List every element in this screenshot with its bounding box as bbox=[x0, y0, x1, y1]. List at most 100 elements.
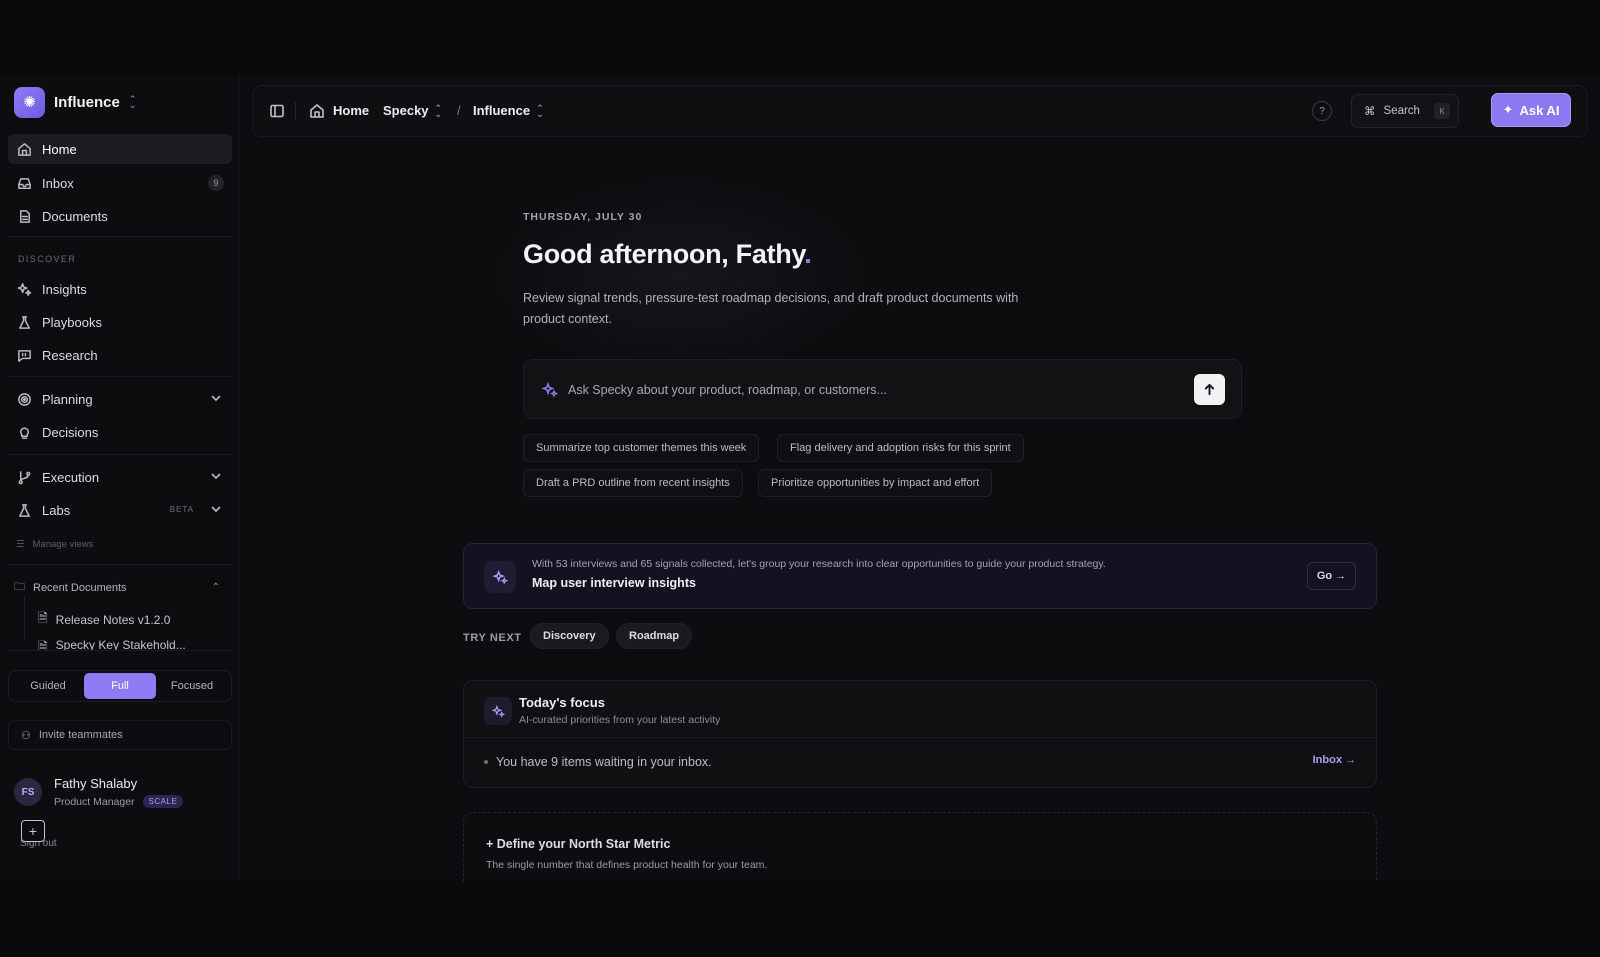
sidebar-toggle-icon[interactable] bbox=[269, 103, 285, 119]
recent-document-label: Specky Key Stakehold... bbox=[55, 638, 186, 650]
user-profile[interactable]: FS Fathy Shalaby Product Manager SCALE bbox=[14, 776, 184, 808]
lightbulb-icon bbox=[16, 424, 32, 440]
search-button[interactable]: ⌘ Search K bbox=[1351, 94, 1459, 128]
chevron-up-icon: ⌃ bbox=[211, 582, 220, 593]
recent-documents-title: Recent Documents bbox=[33, 581, 127, 594]
inbox-count-badge: 9 bbox=[208, 175, 224, 191]
document-icon bbox=[16, 208, 32, 224]
focus-item: You have 9 items waiting in your inbox. bbox=[484, 755, 712, 769]
sliders-icon: ☰ bbox=[16, 539, 25, 550]
manage-views-label: Manage views bbox=[32, 539, 94, 550]
current-date: THURSDAY, JULY 30 bbox=[523, 211, 643, 223]
sidebar: ✺ Influence ⌃ ⌄ Home Inbox 9 Documents DI… bbox=[0, 76, 240, 880]
target-icon bbox=[16, 391, 32, 407]
insight-banner: With 53 interviews and 65 signals collec… bbox=[463, 543, 1377, 609]
topbar-divider bbox=[295, 102, 296, 120]
chevron-up-down-icon: ⌃ ⌄ bbox=[128, 94, 137, 110]
file-icon: 🗎 bbox=[38, 611, 48, 625]
flask-icon bbox=[16, 314, 32, 330]
sidebar-item-decisions[interactable]: Decisions bbox=[8, 417, 232, 447]
chevron-up-down-icon: ⌃ ⌄ bbox=[536, 102, 544, 119]
beta-badge: BETA bbox=[169, 505, 194, 514]
file-icon: 🗎 bbox=[38, 640, 48, 650]
focus-title: Today's focus bbox=[519, 695, 605, 710]
sidebar-divider bbox=[8, 454, 232, 455]
invite-teammates-button[interactable]: ⚇ Invite teammates bbox=[8, 720, 232, 750]
user-name: Fathy Shalaby bbox=[54, 776, 138, 791]
sidebar-item-inbox[interactable]: Inbox 9 bbox=[8, 168, 232, 198]
mode-focused-button[interactable]: Focused bbox=[156, 673, 228, 699]
sidebar-item-execution[interactable]: Execution bbox=[8, 462, 232, 492]
view-mode-toggle: Guided Full Focused bbox=[8, 670, 232, 702]
sidebar-item-documents[interactable]: Documents bbox=[8, 201, 232, 231]
recent-document-item[interactable]: 🗎 Specky Key Stakehold... bbox=[38, 638, 186, 650]
north-star-subtitle: The single number that defines product h… bbox=[486, 859, 768, 871]
git-branch-icon bbox=[16, 469, 32, 485]
ask-ai-button[interactable]: ✦ Ask AI bbox=[1491, 93, 1571, 127]
plan-badge: SCALE bbox=[142, 795, 184, 808]
focus-divider bbox=[464, 737, 1376, 738]
workspace-name: Influence bbox=[54, 93, 120, 111]
focus-subtitle: AI-curated priorities from your latest a… bbox=[519, 714, 721, 726]
north-star-card[interactable]: + Define your North Star Metric The sing… bbox=[463, 812, 1377, 882]
recent-document-item[interactable]: 🗎 Release Notes v1.2.0 bbox=[38, 609, 170, 630]
send-button[interactable] bbox=[1194, 374, 1225, 405]
sidebar-item-label: Decisions bbox=[42, 424, 99, 440]
breadcrumb-home[interactable]: Home bbox=[333, 103, 369, 118]
sidebar-item-label: Labs bbox=[42, 502, 71, 518]
banner-text: With 53 interviews and 65 signals collec… bbox=[532, 558, 1106, 570]
sidebar-divider bbox=[8, 236, 232, 237]
suggestion-chip[interactable]: Draft a PRD outline from recent insights bbox=[523, 469, 743, 497]
focus-item-text: You have 9 items waiting in your inbox. bbox=[496, 755, 712, 769]
invite-label: Invite teammates bbox=[38, 729, 123, 741]
home-icon[interactable] bbox=[309, 103, 325, 119]
sidebar-item-planning[interactable]: Planning bbox=[8, 384, 232, 414]
help-icon[interactable]: ? bbox=[1312, 101, 1332, 121]
search-label: Search bbox=[1383, 105, 1420, 117]
try-next-label: TRY NEXT bbox=[463, 632, 522, 644]
workspace-switcher[interactable]: ✺ Influence ⌃ ⌄ bbox=[14, 86, 136, 118]
sidebar-item-home[interactable]: Home bbox=[8, 134, 232, 164]
ask-input[interactable] bbox=[568, 379, 1168, 401]
arrow-up-icon bbox=[1204, 383, 1215, 396]
recent-documents-header[interactable]: 🗀 Recent Documents ⌃ bbox=[14, 578, 224, 597]
app-window: ✺ Influence ⌃ ⌄ Home Inbox 9 Documents DI… bbox=[0, 76, 1600, 882]
sidebar-item-labs[interactable]: Labs BETA bbox=[8, 495, 232, 525]
sidebar-item-label: Research bbox=[42, 347, 98, 363]
sidebar-item-label: Home bbox=[42, 141, 77, 157]
sidebar-item-label: Inbox bbox=[42, 175, 74, 191]
go-button[interactable]: Go → bbox=[1307, 562, 1356, 590]
sidebar-item-insights[interactable]: Insights bbox=[8, 274, 232, 304]
mode-full-button[interactable]: Full bbox=[84, 673, 156, 699]
breadcrumb-product[interactable]: Specky ⌃ ⌄ bbox=[383, 103, 442, 118]
breadcrumb-separator: / bbox=[457, 103, 461, 118]
chevron-down-icon[interactable] bbox=[210, 503, 222, 515]
top-bar: Home Specky ⌃ ⌄ / Influence ⌃ ⌄ ? ⌘ Search… bbox=[252, 85, 1588, 137]
sidebar-item-label: Planning bbox=[42, 391, 93, 407]
feedback-icon[interactable]: + bbox=[21, 820, 45, 842]
sidebar-item-research[interactable]: Research bbox=[8, 340, 232, 370]
inbox-icon bbox=[16, 175, 32, 191]
try-next-roadmap[interactable]: Roadmap bbox=[616, 623, 693, 649]
chevron-down-icon[interactable] bbox=[210, 392, 222, 404]
suggestion-chip[interactable]: Prioritize opportunities by impact and e… bbox=[758, 469, 993, 497]
inbox-link[interactable]: Inbox → bbox=[1313, 754, 1356, 766]
user-role: Product Manager bbox=[54, 795, 135, 808]
breadcrumb-workspace[interactable]: Influence ⌃ ⌄ bbox=[473, 103, 544, 118]
chevron-down-icon[interactable] bbox=[210, 470, 222, 482]
suggestion-chip[interactable]: Flag delivery and adoption risks for thi… bbox=[777, 434, 1024, 462]
manage-views-link[interactable]: ☰ Manage views bbox=[16, 539, 93, 550]
sidebar-item-playbooks[interactable]: Playbooks bbox=[8, 307, 232, 337]
greeting-text: Good afternoon, Fathy bbox=[523, 239, 805, 269]
suggestion-chip[interactable]: Summarize top customer themes this week bbox=[523, 434, 760, 462]
sidebar-item-label: Execution bbox=[42, 469, 100, 485]
try-next-discovery[interactable]: Discovery bbox=[530, 623, 609, 649]
mode-guided-button[interactable]: Guided bbox=[12, 673, 84, 699]
todays-focus-card: Today's focus AI-curated priorities from… bbox=[463, 680, 1377, 788]
home-icon bbox=[16, 141, 32, 157]
sparkles-icon: ✦ bbox=[1502, 102, 1514, 117]
workspace-logo-icon: ✺ bbox=[14, 86, 45, 118]
recent-document-label: Release Notes v1.2.0 bbox=[55, 612, 171, 627]
flask-icon bbox=[16, 502, 32, 518]
greeting-dot: . bbox=[804, 239, 812, 269]
